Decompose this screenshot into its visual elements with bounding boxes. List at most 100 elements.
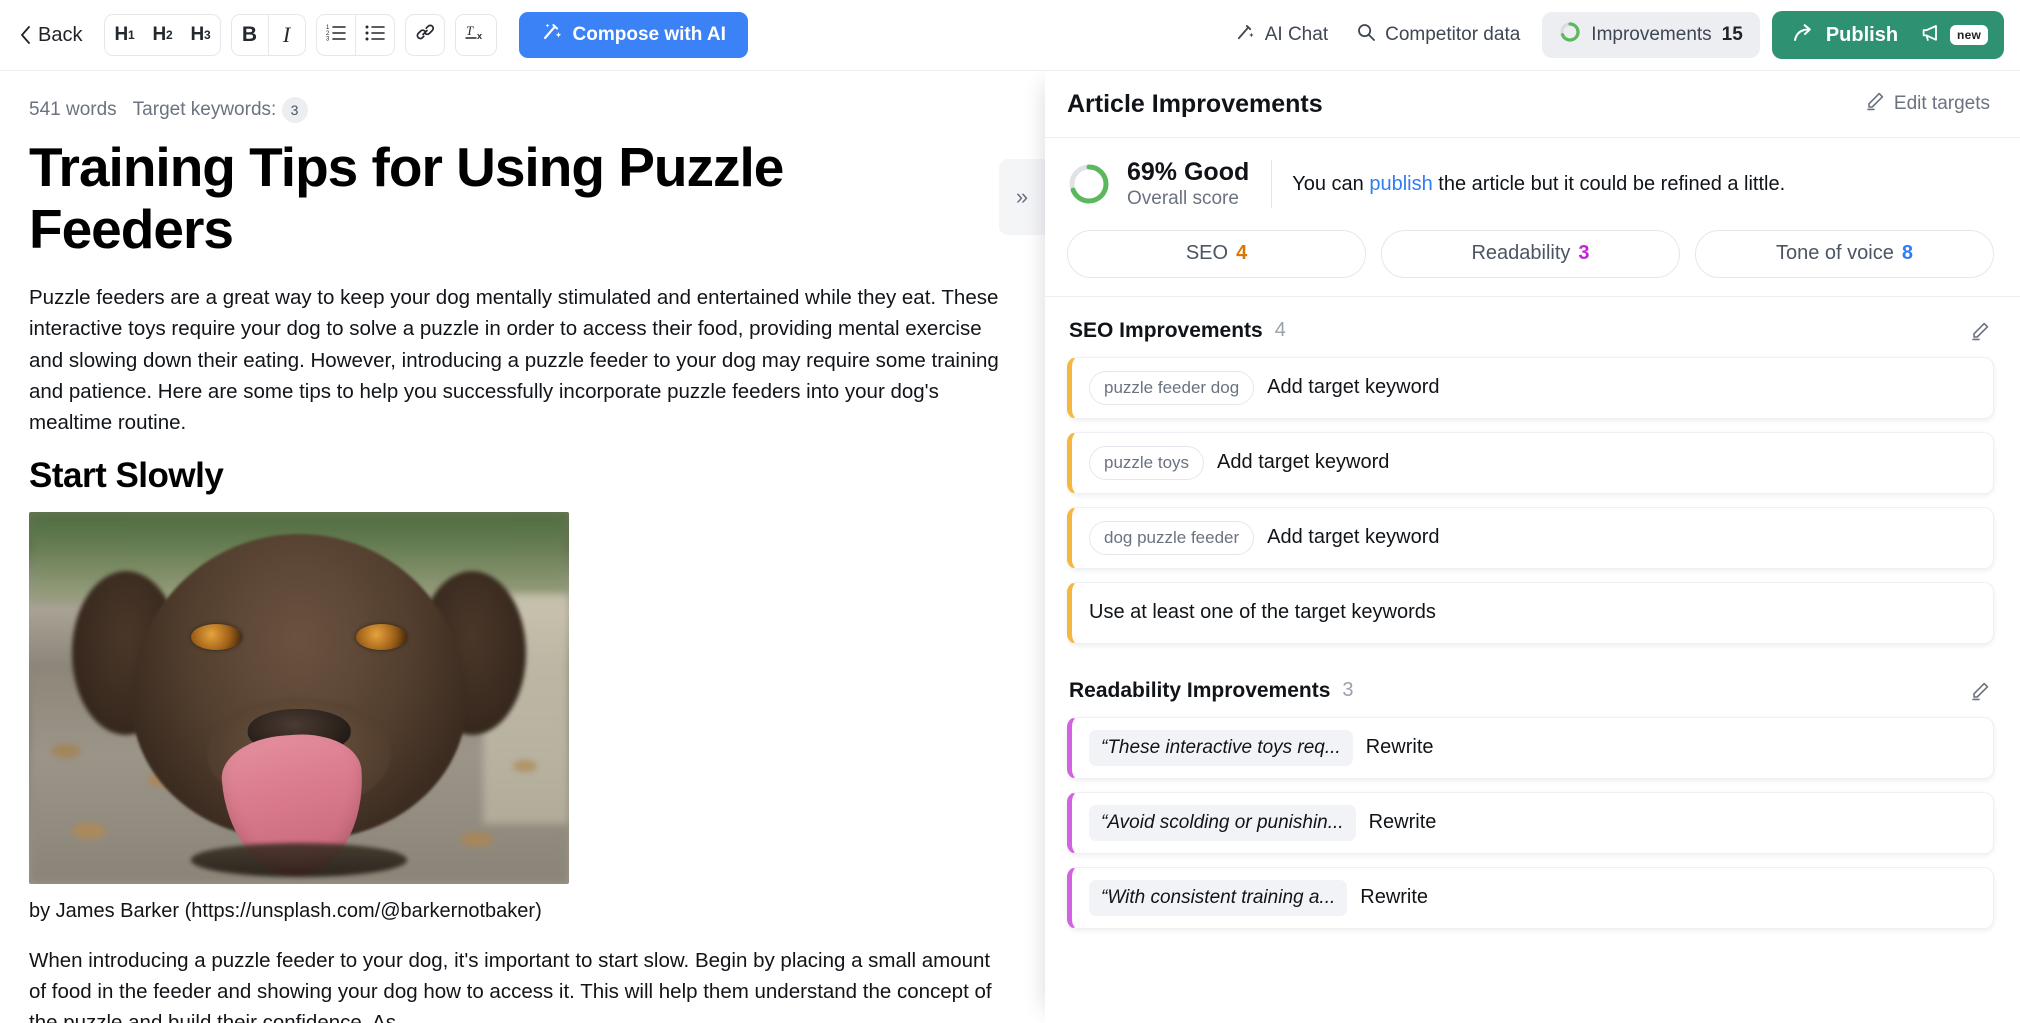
article-improvements-panel: Article Improvements Edit targets 69% Go… (1045, 71, 2020, 1023)
search-icon (1356, 22, 1376, 48)
collapse-panel-button[interactable]: » (999, 159, 1045, 235)
overall-score-text: 69% Good Overall score (1127, 158, 1249, 210)
tab-count: 8 (1901, 242, 1913, 265)
edit-section-icon[interactable] (1970, 681, 1990, 701)
svg-text:T: T (466, 23, 474, 38)
pencil-icon (1865, 91, 1885, 117)
bullet-list-button[interactable] (356, 15, 394, 55)
improvement-action-label[interactable]: Rewrite (1369, 811, 1437, 834)
text-style-group: B I (230, 14, 306, 56)
publish-label: Publish (1825, 23, 1899, 46)
improvement-action-label[interactable]: Rewrite (1366, 736, 1434, 759)
heading-2-button[interactable]: H2 (143, 15, 181, 55)
quote-chip: “Avoid scolding or punishin... (1089, 804, 1356, 841)
announce-group[interactable]: new (1910, 23, 1988, 48)
keyword-chip: puzzle feeder dog (1089, 370, 1255, 405)
clear-formatting-button[interactable]: T x (456, 15, 496, 55)
ai-chat-button[interactable]: AI Chat (1221, 14, 1342, 57)
back-label: Back (38, 23, 83, 46)
improvement-card[interactable]: “These interactive toys req... Rewrite (1067, 716, 1994, 779)
chevron-double-right-icon: » (1015, 184, 1029, 209)
improvement-category-tabs: SEO 4 Readability 3 Tone of voice 8 (1045, 228, 2020, 297)
keyword-chip: puzzle toys (1089, 445, 1205, 480)
improvement-action-label[interactable]: Add target keyword (1267, 526, 1439, 549)
improvements-list[interactable]: SEO Improvements 4 puzzle feeder dog Add ta… (1045, 297, 2020, 1023)
link-button[interactable] (406, 15, 444, 55)
bullet-list-icon (365, 23, 385, 47)
improvement-card[interactable]: “Avoid scolding or punishin... Rewrite (1067, 791, 1994, 854)
tab-label: Readability (1471, 242, 1571, 265)
heading-3-button[interactable]: H3 (182, 15, 220, 55)
target-keywords-label: Target keywords: (132, 99, 277, 120)
intro-paragraph[interactable]: Puzzle feeders are a great way to keep y… (29, 282, 999, 438)
panel-title: Article Improvements (1067, 89, 1323, 118)
photo-dog-eye-left (191, 623, 243, 650)
chevron-left-icon (20, 26, 31, 44)
bold-button[interactable]: B (232, 15, 268, 55)
section-count: 4 (1274, 319, 1286, 342)
competitor-data-button[interactable]: Competitor data (1342, 14, 1534, 56)
compose-label: Compose with AI (572, 24, 726, 45)
workspace: 541 words Target keywords: 3 Training Ti… (0, 71, 2020, 1023)
improvement-card[interactable]: dog puzzle feeder Add target keyword (1067, 506, 1994, 569)
improvement-action-label[interactable]: Use at least one of the target keywords (1089, 601, 1436, 624)
clear-format-icon: T x (464, 22, 487, 48)
page-title[interactable]: Training Tips for Using Puzzle Feeders (29, 136, 999, 260)
improvement-card[interactable]: “With consistent training a... Rewrite (1067, 866, 1994, 929)
improvement-card[interactable]: Use at least one of the target keywords (1067, 581, 1994, 644)
megaphone-icon (1920, 23, 1942, 48)
dog-photo (29, 511, 569, 884)
tab-seo[interactable]: SEO 4 (1067, 229, 1366, 278)
improvements-button[interactable]: Improvements 15 (1542, 12, 1760, 58)
quote-chip: “These interactive toys req... (1089, 729, 1353, 766)
tab-tone-of-voice[interactable]: Tone of voice 8 (1695, 229, 1994, 278)
target-keywords-group[interactable]: Target keywords: 3 (133, 97, 308, 123)
svg-text:3: 3 (326, 37, 330, 42)
improvements-count: 15 (1721, 24, 1743, 45)
word-count: 541 words (29, 99, 117, 120)
article-image[interactable] (29, 511, 569, 884)
score-ring-icon (1559, 21, 1581, 49)
section-header-seo: SEO Improvements 4 (1067, 297, 1994, 357)
edit-section-icon[interactable] (1970, 321, 1990, 341)
publish-button[interactable]: Publish new (1771, 11, 2004, 59)
link-group (404, 14, 445, 56)
heading-1-button[interactable]: H1 (105, 15, 143, 55)
section-title: Readability Improvements (1069, 678, 1331, 702)
ordered-list-button[interactable]: 1 2 3 (317, 15, 355, 55)
quote-chip: “With consistent training a... (1089, 879, 1348, 916)
section-count: 3 (1342, 679, 1354, 702)
ai-chat-label: AI Chat (1264, 24, 1329, 45)
article-editor[interactable]: 541 words Target keywords: 3 Training Ti… (0, 71, 1045, 1023)
score-divider (1271, 160, 1273, 208)
app-root: Back H1 H2 H3 B I 1 2 3 T x Compose with… (0, 0, 2020, 1023)
section-title: SEO Improvements (1069, 318, 1263, 342)
edit-targets-button[interactable]: Edit targets (1865, 91, 1990, 117)
improvement-card[interactable]: puzzle toys Add target keyword (1067, 431, 1994, 494)
ai-sparkle-icon (541, 21, 563, 49)
panel-header: Article Improvements Edit targets (1045, 71, 2020, 138)
section-heading[interactable]: Start Slowly (29, 456, 999, 496)
keyword-chip: dog puzzle feeder (1089, 520, 1255, 555)
score-percent: 69% Good (1127, 158, 1250, 186)
tab-count: 3 (1578, 242, 1590, 265)
italic-button[interactable]: I (269, 15, 305, 55)
publish-link[interactable]: publish (1369, 173, 1432, 195)
tab-label: SEO (1185, 242, 1229, 265)
image-caption[interactable]: by James Barker (https://unsplash.com/@b… (29, 900, 999, 923)
list-group: 1 2 3 (315, 14, 395, 56)
improvement-card[interactable]: puzzle feeder dog Add target keyword (1067, 356, 1994, 419)
compose-with-ai-button[interactable]: Compose with AI (518, 12, 748, 58)
tab-readability[interactable]: Readability 3 (1381, 229, 1680, 278)
link-icon (415, 22, 435, 48)
back-button[interactable]: Back (8, 18, 94, 53)
tab-label: Tone of voice (1776, 242, 1894, 265)
score-message-after: the article but it could be refined a li… (1432, 172, 1786, 195)
new-badge: new (1950, 25, 1988, 45)
improvement-action-label[interactable]: Add target keyword (1217, 451, 1389, 474)
section-paragraph[interactable]: When introducing a puzzle feeder to your… (29, 945, 999, 1023)
improvement-action-label[interactable]: Rewrite (1360, 886, 1428, 909)
improvement-action-label[interactable]: Add target keyword (1267, 376, 1439, 399)
score-sublabel: Overall score (1127, 187, 1239, 209)
score-message-before: You can (1292, 172, 1370, 195)
